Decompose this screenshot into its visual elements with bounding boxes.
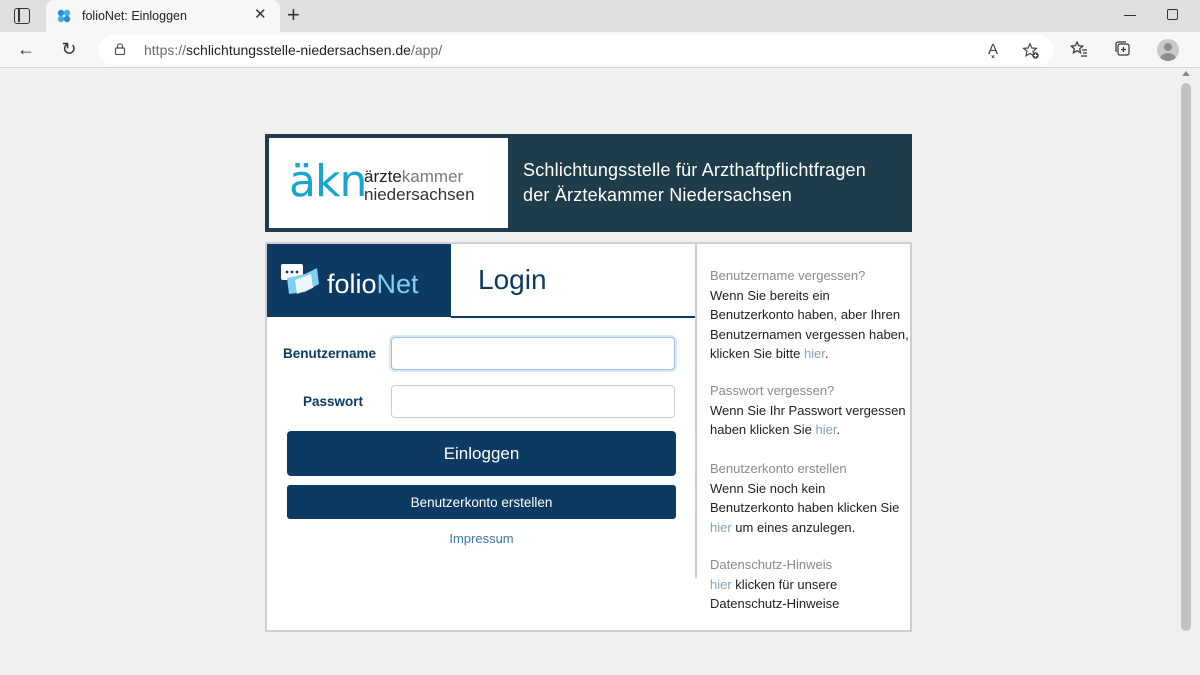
lock-icon (114, 43, 126, 55)
page-scrollbar[interactable] (1178, 69, 1194, 675)
collections-icon[interactable] (1114, 40, 1132, 58)
username-label: Benutzername (283, 346, 377, 361)
refresh-icon[interactable]: ↻ (59, 39, 79, 59)
read-aloud-icon[interactable]: A͓ (988, 40, 998, 60)
back-icon[interactable]: ← (16, 39, 36, 59)
forgot-password-link[interactable]: hier (816, 422, 837, 437)
impressum-link[interactable]: Impressum (287, 531, 676, 546)
forgot-username-link[interactable]: hier (804, 346, 825, 361)
info-heading: Datenschutz-Hinweis (710, 557, 833, 572)
info-text: hier klicken für unsere Datenschutz-Hinw… (710, 576, 840, 612)
info-heading: Benutzername vergessen? (710, 268, 866, 283)
new-tab-icon[interactable]: + (287, 3, 300, 27)
info-forgot-password: Passwort vergessen? Wenn Sie Ihr Passwor… (710, 381, 910, 440)
tab-close-icon[interactable]: ✕ (254, 7, 267, 23)
profile-avatar-icon[interactable] (1157, 39, 1179, 61)
login-card: folioNet Login Benutzername Passwort Ein… (265, 242, 912, 632)
create-account-button[interactable]: Benutzerkonto erstellen (287, 485, 676, 519)
scroll-up-icon[interactable] (1182, 71, 1190, 76)
aekn-logo-line2: niedersachsen (364, 185, 475, 204)
login-button[interactable]: Einloggen (287, 431, 676, 476)
column-divider (695, 244, 697, 578)
favorites-icon[interactable] (1070, 40, 1088, 58)
url-text: https://schlichtungsstelle-niedersachsen… (144, 42, 443, 58)
privacy-link[interactable]: hier (710, 577, 732, 592)
banner-title: Schlichtungsstelle für Arzthaftpflichtfr… (523, 158, 866, 208)
folionet-logo-icon (281, 264, 319, 294)
password-label: Passwort (302, 394, 363, 409)
username-input[interactable] (391, 337, 675, 370)
browser-toolbar: ← ↻ https://schlichtungsstelle-niedersac… (0, 32, 1200, 68)
sidebar-toggle-icon[interactable] (14, 8, 30, 24)
info-text: Wenn Sie bereits ein Benutzerkonto haben… (710, 287, 909, 362)
banner-title-line2: der Ärztekammer Niedersachsen (523, 185, 792, 205)
folionet-favicon-icon (57, 9, 71, 23)
aekn-logo: äkn ärztekammer niedersachsen (269, 138, 508, 228)
info-heading: Passwort vergessen? (710, 383, 835, 398)
login-title-divider (451, 316, 695, 318)
address-bar[interactable]: https://schlichtungsstelle-niedersachsen… (98, 35, 1054, 65)
header-banner: äkn ärztekammer niedersachsen Schlichtun… (265, 134, 912, 232)
tab-strip: folioNet: Einloggen ✕ + (0, 0, 1200, 32)
folionet-wordmark: folioNet (327, 269, 419, 299)
info-privacy: Datenschutz-Hinweis hier klicken für uns… (710, 555, 910, 614)
folionet-brand: folioNet (267, 244, 451, 317)
scroll-thumb[interactable] (1181, 83, 1191, 631)
aekn-logo-mark: äkn (289, 156, 367, 207)
info-text: Wenn Sie noch kein Benutzerkonto haben k… (710, 480, 900, 535)
password-input[interactable] (391, 385, 675, 418)
tab-title: folioNet: Einloggen (82, 9, 187, 23)
banner-title-line1: Schlichtungsstelle für Arzthaftpflichtfr… (523, 160, 866, 180)
info-forgot-username: Benutzername vergessen? Wenn Sie bereits… (710, 266, 910, 364)
aekn-logo-line1: ärztekammer (364, 167, 464, 186)
add-favorite-icon[interactable] (1022, 42, 1040, 60)
create-account-link[interactable]: hier (710, 520, 732, 535)
info-heading: Benutzerkonto erstellen (710, 461, 847, 476)
info-text: Wenn Sie Ihr Passwort vergessen haben kl… (710, 402, 906, 438)
tab-active[interactable]: folioNet: Einloggen ✕ (46, 0, 280, 32)
minimize-icon[interactable] (1124, 15, 1136, 17)
login-title: Login (478, 264, 547, 295)
maximize-icon[interactable] (1167, 9, 1178, 20)
info-create-account: Benutzerkonto erstellen Wenn Sie noch ke… (710, 459, 910, 537)
